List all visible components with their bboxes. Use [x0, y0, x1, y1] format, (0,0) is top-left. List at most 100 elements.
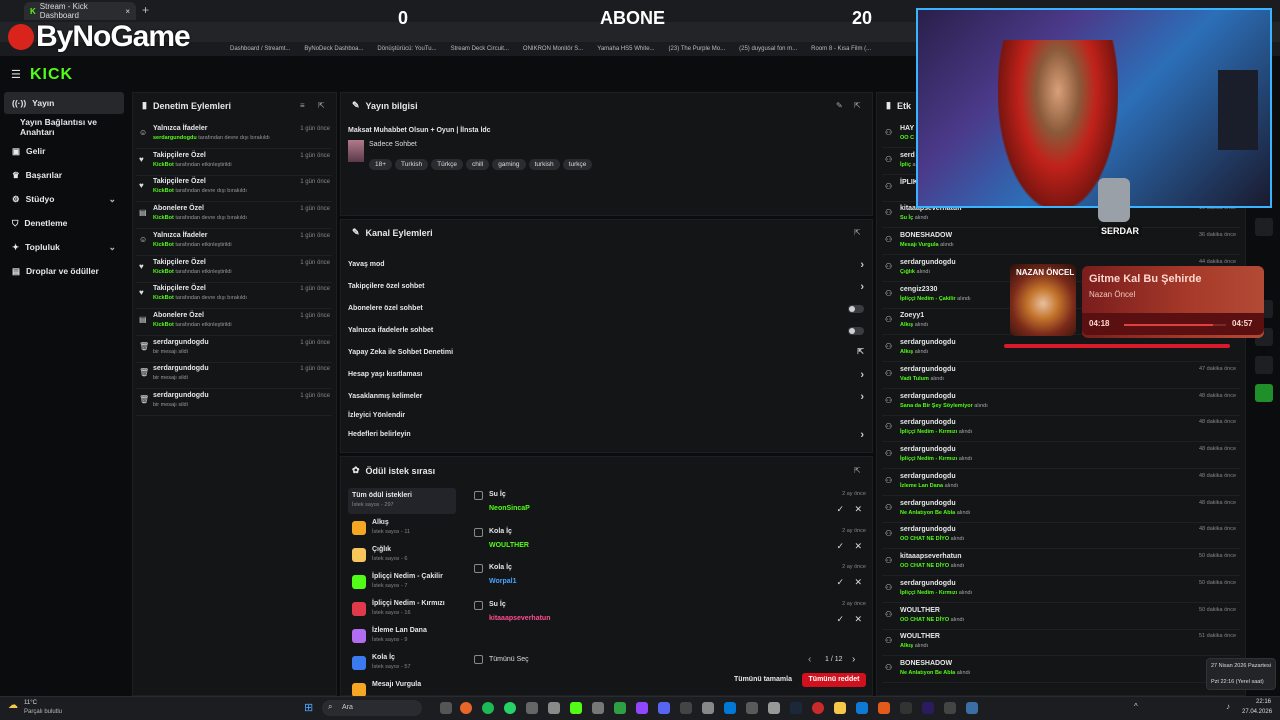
spotify-icon[interactable] — [482, 702, 494, 714]
app-icon[interactable] — [746, 702, 758, 714]
app-icon[interactable] — [614, 702, 626, 714]
channel-action-row[interactable]: Abonelere özel sohbet — [348, 305, 868, 325]
request-checkbox[interactable] — [474, 527, 483, 537]
sidebar-item-revenue[interactable]: ▣ Gelir — [4, 140, 124, 162]
channel-action-row[interactable]: Yavaş mod › — [348, 259, 868, 281]
app-icon[interactable] — [724, 702, 736, 714]
app-icon[interactable] — [900, 702, 912, 714]
bookmark-item[interactable]: Dashboard / Streamt... — [230, 46, 290, 52]
app-icon[interactable] — [878, 702, 890, 714]
request-checkbox[interactable] — [474, 491, 483, 500]
app-icon[interactable] — [702, 702, 714, 714]
bookmark-item[interactable]: (25) duygusal fon m... — [739, 46, 797, 52]
reward-category[interactable]: İzleme Lan Dana İstek sayısı - 9 — [348, 625, 456, 651]
mini-toolbar-button[interactable] — [1255, 218, 1273, 236]
close-tab-icon[interactable]: × — [125, 7, 130, 16]
obs-icon[interactable] — [548, 702, 560, 714]
reward-category[interactable]: Çığlık İstek sayısı - 6 — [348, 544, 456, 570]
volume-icon[interactable]: ♪ — [1226, 702, 1230, 711]
windows-start-icon[interactable]: ⊞ — [304, 701, 313, 714]
chevron-right-icon[interactable]: › — [860, 429, 864, 441]
sidebar-item-moderation[interactable]: ⛉ Denetleme — [4, 212, 124, 234]
whatsapp-icon[interactable] — [504, 702, 516, 714]
sidebar-item-stream[interactable]: ((·)) Yayın — [4, 92, 124, 114]
task-view-icon[interactable] — [440, 702, 452, 714]
popout-icon[interactable]: ⇱ — [854, 228, 861, 237]
taskbar-search[interactable]: ⌕ Ara — [322, 700, 422, 716]
edit-icon[interactable]: ✎ — [836, 101, 843, 110]
sidebar-item-achievements[interactable]: ♛ Başarılar — [4, 164, 124, 186]
channel-action-row[interactable]: Yalnızca ifadelerle sohbet — [348, 327, 868, 347]
mini-toolbar-button[interactable] — [1255, 356, 1273, 374]
hamburger-menu-icon[interactable]: ☰ — [11, 68, 21, 81]
premiere-icon[interactable] — [922, 702, 934, 714]
chevron-right-icon[interactable]: › — [860, 259, 864, 271]
mini-toolbar-button[interactable] — [1255, 384, 1273, 402]
app-icon[interactable] — [636, 702, 648, 714]
next-page-icon[interactable]: › — [852, 654, 855, 665]
discord-icon[interactable] — [658, 702, 670, 714]
reject-icon[interactable]: ✕ — [854, 577, 862, 588]
browser-tab[interactable]: K Stream - Kick Dashboard × — [24, 2, 136, 20]
clock-date[interactable]: 27.04.2026 — [1242, 709, 1272, 715]
approve-icon[interactable]: ✓ — [836, 577, 844, 588]
chrome-icon[interactable] — [460, 702, 472, 714]
sidebar-item-community[interactable]: ✦ Topluluk ⌄ — [4, 236, 124, 258]
reward-category[interactable]: İpliççi Nedim - Çakilir İstek sayısı - 7 — [348, 571, 456, 597]
reward-category[interactable]: Kola İç İstek sayısı - 57 — [348, 652, 456, 678]
app-icon[interactable] — [944, 702, 956, 714]
bookmark-item[interactable]: (23) The Purple Mo... — [669, 46, 726, 52]
channel-action-row[interactable]: İzleyici Yönlendir — [348, 412, 868, 432]
app-icon[interactable] — [856, 702, 868, 714]
popout-icon[interactable]: ⇱ — [854, 466, 861, 475]
chevron-right-icon[interactable]: › — [860, 281, 864, 293]
toggle-switch[interactable] — [848, 305, 864, 313]
bookmark-item[interactable]: Room 8 - Kısa Film (... — [811, 46, 871, 52]
reward-category[interactable]: Tüm ödül istekleri İstek sayısı - 297 — [348, 490, 456, 516]
reward-category[interactable]: İpliççi Nedim - Kırmızı İstek sayısı - 16 — [348, 598, 456, 624]
approve-icon[interactable]: ✓ — [836, 504, 844, 515]
steam-icon[interactable] — [790, 702, 802, 714]
sidebar-item-studio[interactable]: ⚙ Stüdyo ⌄ — [4, 188, 124, 210]
channel-action-row[interactable]: Hedefleri belirleyin › — [348, 429, 868, 451]
channel-action-row[interactable]: Yasaklanmış kelimeler › — [348, 391, 868, 413]
bookmark-item[interactable]: ONIKRON Monitör S... — [523, 46, 583, 52]
request-checkbox[interactable] — [474, 600, 483, 610]
bookmark-item[interactable]: ByNoDeck Dashboa... — [304, 46, 363, 52]
reject-icon[interactable]: ✕ — [854, 614, 862, 625]
app-icon[interactable] — [812, 702, 824, 714]
channel-action-row[interactable]: Hesap yaşı kısıtlaması › — [348, 369, 868, 391]
new-tab-icon[interactable]: + — [142, 3, 149, 17]
app-icon[interactable] — [526, 702, 538, 714]
approve-icon[interactable]: ✓ — [836, 614, 844, 625]
approve-icon[interactable]: ✓ — [836, 541, 844, 552]
kick-logo[interactable]: KICK — [30, 66, 73, 84]
request-checkbox[interactable] — [474, 564, 483, 573]
tray-chevron-icon[interactable]: ^ — [1134, 702, 1138, 711]
bookmark-item[interactable]: Dönüştürücü: YouTu... — [377, 46, 436, 52]
filter-icon[interactable]: ≡ — [300, 101, 305, 110]
external-link-icon[interactable]: ⇱ — [857, 347, 864, 356]
reject-icon[interactable]: ✕ — [854, 504, 862, 515]
popout-icon[interactable]: ⇱ — [318, 101, 325, 110]
reject-all-button[interactable]: Tümünü reddet — [802, 673, 866, 687]
sidebar-item-drops[interactable]: ▤ Droplar ve ödüller — [4, 260, 124, 282]
toggle-switch[interactable] — [848, 327, 864, 335]
select-all-checkbox[interactable] — [474, 655, 483, 664]
chevron-right-icon[interactable]: › — [860, 391, 864, 403]
complete-all-button[interactable]: Tümünü tamamla — [730, 673, 796, 687]
prev-page-icon[interactable]: ‹ — [808, 654, 811, 665]
app-icon[interactable] — [680, 702, 692, 714]
bookmark-item[interactable]: Yamaha HS5 White... — [597, 46, 654, 52]
channel-action-row[interactable]: Takipçilere özel sohbet › — [348, 281, 868, 303]
kick-icon[interactable] — [570, 702, 582, 714]
app-icon[interactable] — [966, 702, 978, 714]
bookmark-item[interactable]: Stream Deck Circuit... — [451, 46, 509, 52]
app-icon[interactable] — [768, 702, 780, 714]
file-explorer-icon[interactable] — [834, 702, 846, 714]
clock-time[interactable]: 22:16 — [1256, 699, 1271, 705]
reject-icon[interactable]: ✕ — [854, 541, 862, 552]
sidebar-item-stream-key[interactable]: Yayın Bağlantısı ve Anahtarı — [4, 116, 124, 138]
channel-action-row[interactable]: Yapay Zeka ile Sohbet Denetimi ⇱ — [348, 347, 868, 369]
popout-icon[interactable]: ⇱ — [854, 101, 861, 110]
